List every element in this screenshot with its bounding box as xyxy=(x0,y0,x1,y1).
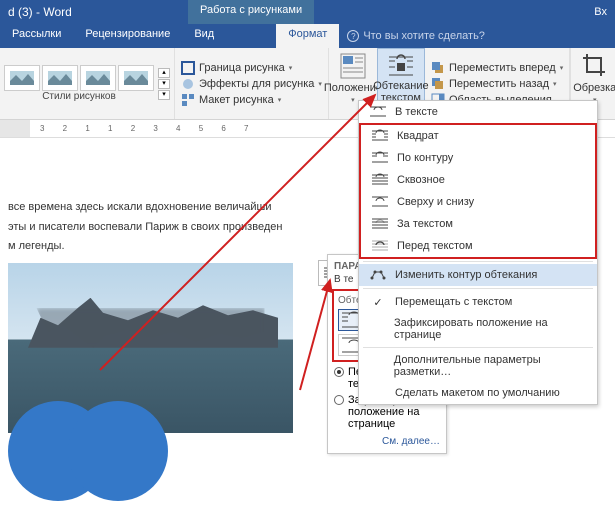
tab-mailings[interactable]: Рассылки xyxy=(0,24,73,48)
menu-item-inline[interactable]: В тексте xyxy=(359,101,597,123)
tell-me-label: Что вы хотите сделать? xyxy=(363,30,485,42)
bring-forward-icon xyxy=(431,61,445,75)
title-right: Вх xyxy=(594,6,607,18)
tab-format[interactable]: Формат xyxy=(276,24,339,48)
picture-layout-button[interactable]: Макет рисунка▾ xyxy=(181,93,322,107)
menu-item-move-with-text[interactable]: ✓ Перемещать с текстом xyxy=(359,291,597,313)
blank-icon xyxy=(369,359,386,373)
menu-item-default[interactable]: Сделать макетом по умолчанию xyxy=(359,382,597,404)
menu-item-topbottom[interactable]: Сверху и снизу xyxy=(361,191,595,213)
through-icon xyxy=(371,173,389,187)
gallery-expand[interactable]: ▴▾▾ xyxy=(156,66,170,102)
tight-icon xyxy=(371,151,389,165)
menu-item-behind[interactable]: За текстом xyxy=(361,213,595,235)
front-icon xyxy=(371,239,389,253)
heart-shape[interactable] xyxy=(8,401,208,461)
style-thumb[interactable] xyxy=(118,65,154,91)
menu-item-fix-position[interactable]: Зафиксировать положение на странице xyxy=(359,313,597,345)
square-icon xyxy=(371,129,389,143)
edit-points-icon xyxy=(369,268,387,282)
title-text: d (3) - Word xyxy=(8,5,72,19)
picture-effects-button[interactable]: Эффекты для рисунка▾ xyxy=(181,77,322,91)
tab-review[interactable]: Рецензирование xyxy=(73,24,182,48)
border-label: Граница рисунка xyxy=(199,62,285,74)
effects-icon xyxy=(181,77,195,91)
send-backward-button[interactable]: Переместить назад▾ xyxy=(431,77,563,91)
effects-label: Эффекты для рисунка xyxy=(199,78,314,90)
tab-view[interactable]: Вид xyxy=(182,24,226,48)
topbottom-icon xyxy=(371,195,389,209)
wrap-text-menu: В тексте Квадрат По контуру Сквозное Све… xyxy=(358,100,598,405)
wrap-options-highlight-menu: Квадрат По контуру Сквозное Сверху и сни… xyxy=(359,123,597,259)
menu-item-edit-points[interactable]: Изменить контур обтекания xyxy=(359,264,597,286)
ruler-marks: 3 2 1 1 2 3 4 5 6 7 xyxy=(30,120,257,137)
border-icon xyxy=(181,61,195,75)
wrap-icon xyxy=(387,53,415,78)
gallery-label: Стили рисунков xyxy=(4,91,154,102)
lightbulb-icon: ? xyxy=(347,30,359,42)
picture-border-button[interactable]: Граница рисунка▾ xyxy=(181,61,322,75)
radio-icon xyxy=(334,367,344,377)
context-tab-label: Работа с рисунками xyxy=(188,0,314,24)
menu-item-tight[interactable]: По контуру xyxy=(361,147,595,169)
position-icon xyxy=(339,52,367,80)
ribbon-tabs: Рассылки Рецензирование Вид Работа с рис… xyxy=(0,24,615,48)
style-thumb[interactable] xyxy=(42,65,78,91)
menu-item-front[interactable]: Перед текстом xyxy=(361,235,595,257)
radio-icon xyxy=(334,395,344,405)
send-backward-icon xyxy=(431,77,445,91)
tell-me-search[interactable]: ? Что вы хотите сделать? xyxy=(339,24,493,48)
crop-icon xyxy=(581,52,609,80)
check-icon: ✓ xyxy=(369,295,387,309)
layout-icon xyxy=(181,93,195,107)
style-thumb[interactable] xyxy=(4,65,40,91)
picture-styles-gallery[interactable]: Стили рисунков ▴▾▾ xyxy=(0,48,175,119)
menu-item-square[interactable]: Квадрат xyxy=(361,125,595,147)
picture-format-group: Граница рисунка▾ Эффекты для рисунка▾ Ма… xyxy=(175,48,329,119)
bring-forward-button[interactable]: Переместить вперед▾ xyxy=(431,61,563,75)
blank-icon xyxy=(369,322,386,336)
layout-label: Макет рисунка xyxy=(199,94,274,106)
see-more-link[interactable]: См. далее… xyxy=(334,436,440,447)
inline-icon xyxy=(369,105,387,119)
menu-item-through[interactable]: Сквозное xyxy=(361,169,595,191)
menu-item-more-options[interactable]: Дополнительные параметры разметки… xyxy=(359,350,597,382)
blank-icon xyxy=(369,386,387,400)
behind-icon xyxy=(371,217,389,231)
style-thumb[interactable] xyxy=(80,65,116,91)
